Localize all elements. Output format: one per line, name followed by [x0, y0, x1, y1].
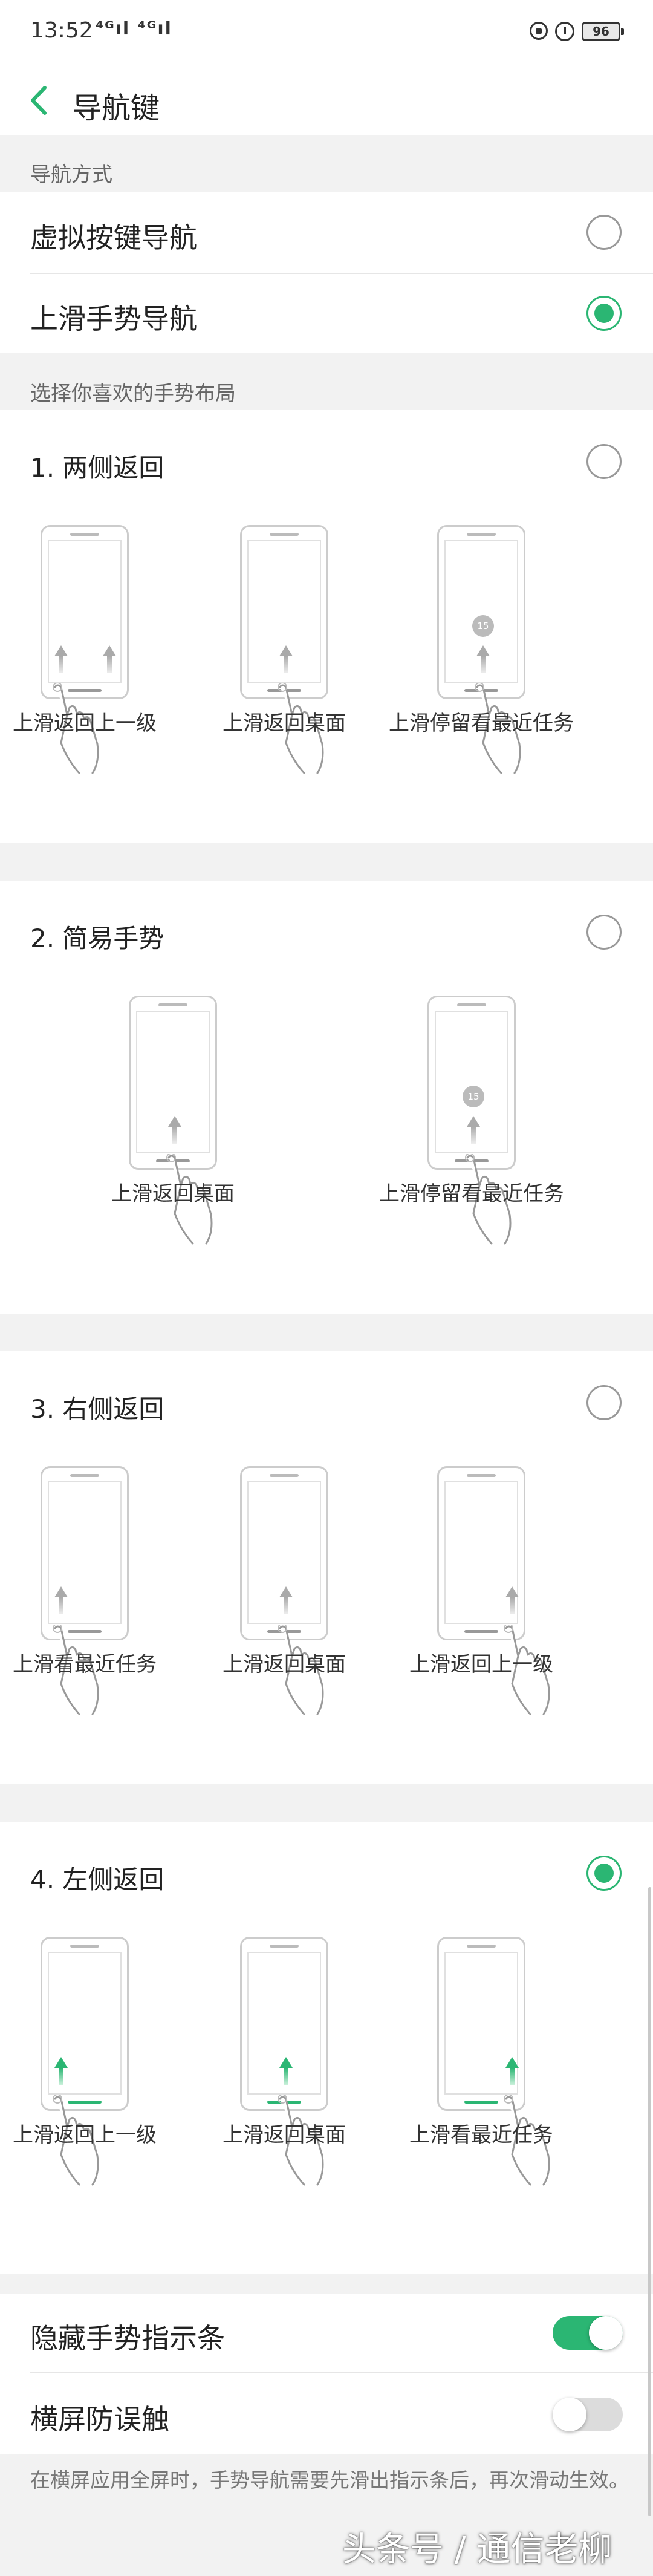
layout-title: 2. 简易手势	[30, 924, 164, 953]
watermark: 头条号 / 通信老柳	[342, 2530, 612, 2569]
page-title: 导航键	[73, 91, 160, 125]
layout-radio[interactable]	[586, 1385, 622, 1420]
gesture-caption: 上滑返回上一级	[409, 1652, 553, 1677]
phone-illustration	[41, 525, 129, 699]
option-label: 虚拟按键导航	[30, 221, 197, 254]
alarm-icon	[555, 22, 574, 41]
layout-title: 1. 两侧返回	[30, 453, 164, 483]
row-landscape-protect[interactable]: 横屏防误触	[0, 2373, 653, 2454]
phone-illustration	[129, 996, 217, 1170]
swipe-up-arrow-icon	[279, 1586, 293, 1614]
phone-illustration	[41, 1937, 129, 2111]
layout-card[interactable]: 2. 简易手势上滑返回桌面 15 上滑停留看最近任务	[0, 881, 653, 1314]
layout-radio[interactable]	[586, 915, 622, 950]
phone-illustration: 15	[427, 996, 516, 1170]
radio-swipe-gesture[interactable]	[586, 296, 622, 331]
hide-indicator-toggle[interactable]	[553, 2316, 623, 2350]
gesture-caption: 上滑看最近任务	[409, 2123, 553, 2147]
section-gap	[0, 1784, 653, 1822]
swipe-up-arrow-icon	[54, 645, 68, 673]
footnote-text: 在横屏应用全屏时，手势导航需要先滑出指示条后，再次滑动生效。	[30, 2468, 629, 2492]
swipe-up-arrow-icon	[476, 645, 490, 673]
section-gap	[0, 843, 653, 881]
gesture-layout-label: 选择你喜欢的手势布局	[30, 382, 236, 406]
recent-tasks-badge: 15	[463, 1086, 484, 1107]
hide-indicator-label: 隐藏手势指示条	[30, 2322, 225, 2355]
gesture-caption: 上滑返回桌面	[223, 1652, 346, 1677]
nav-mode-label: 导航方式	[30, 163, 112, 187]
phone-illustration	[437, 1466, 525, 1640]
section-gap	[0, 1314, 653, 1351]
gesture-caption: 上滑返回桌面	[223, 2123, 346, 2147]
app-header: 导航键	[0, 64, 653, 135]
layout-radio[interactable]	[586, 444, 622, 479]
gesture-caption: 上滑返回桌面	[223, 711, 346, 735]
swipe-up-arrow-icon	[279, 2057, 293, 2085]
landscape-protect-label: 横屏防误触	[30, 2403, 169, 2436]
layout-card[interactable]: 3. 右侧返回上滑看最近任务 上滑返回桌面 上滑返回上一级	[0, 1351, 653, 1784]
phone-illustration	[437, 1937, 525, 2111]
recent-tasks-badge: 15	[472, 615, 494, 637]
layout-card[interactable]: 1. 两侧返回上滑返回上一级 上滑返回桌面 15 上滑停留看最近任务	[0, 410, 653, 843]
battery-icon: 96	[582, 22, 624, 41]
phone-illustration: 15	[437, 525, 525, 699]
phone-illustration	[240, 1466, 328, 1640]
nav-mode-header: 导航方式	[0, 135, 653, 192]
signal-icon: ⁴ᴳıl ⁴ᴳıl	[96, 18, 172, 39]
swipe-up-arrow-icon	[279, 645, 293, 673]
rotation-lock-icon	[530, 22, 548, 40]
gesture-caption: 上滑返回上一级	[13, 711, 157, 735]
option-swipe-gesture[interactable]: 上滑手势导航	[0, 274, 653, 353]
swipe-up-arrow-icon	[54, 2057, 68, 2085]
gesture-caption: 上滑停留看最近任务	[389, 711, 574, 735]
row-hide-indicator[interactable]: 隐藏手势指示条	[0, 2294, 653, 2372]
swipe-up-arrow-icon	[505, 1586, 519, 1614]
option-label: 上滑手势导航	[30, 302, 197, 335]
gesture-caption: 上滑返回上一级	[13, 2123, 157, 2147]
section-gap	[0, 2274, 653, 2294]
layout-card[interactable]: 4. 左侧返回上滑返回上一级 上滑返回桌面 上滑看最近任务	[0, 1822, 653, 2255]
layout-radio[interactable]	[586, 1856, 622, 1891]
layout-title: 3. 右侧返回	[30, 1394, 164, 1424]
option-virtual-keys[interactable]: 虚拟按键导航	[0, 192, 653, 273]
phone-illustration	[240, 525, 328, 699]
layout-title: 4. 左侧返回	[30, 1865, 164, 1894]
swipe-up-arrow-icon	[103, 645, 116, 673]
radio-virtual-keys[interactable]	[586, 215, 622, 250]
chevron-left-icon[interactable]	[28, 85, 50, 116]
swipe-up-arrow-icon	[54, 1586, 68, 1614]
phone-illustration	[240, 1937, 328, 2111]
landscape-protect-toggle[interactable]	[553, 2398, 623, 2431]
swipe-up-arrow-icon	[505, 2057, 519, 2085]
gesture-caption: 上滑停留看最近任务	[379, 1182, 564, 1206]
swipe-up-arrow-icon	[168, 1116, 181, 1144]
gesture-caption: 上滑返回桌面	[111, 1182, 235, 1206]
phone-illustration	[41, 1466, 129, 1640]
gesture-layout-header: 选择你喜欢的手势布局	[0, 353, 653, 410]
swipe-up-arrow-icon	[467, 1116, 480, 1144]
gesture-caption: 上滑看最近任务	[13, 1652, 157, 1677]
status-time: 13:52	[30, 18, 93, 43]
status-bar: 13:52 ⁴ᴳıl ⁴ᴳıl 96	[0, 0, 653, 64]
scrollbar[interactable]	[648, 1887, 651, 2516]
